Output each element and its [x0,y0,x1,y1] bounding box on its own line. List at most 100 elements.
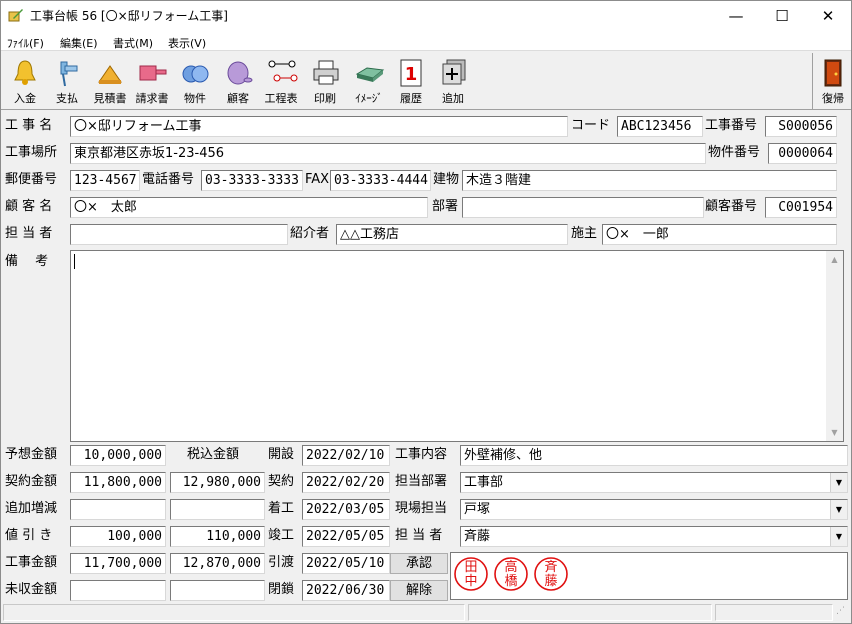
menu-format[interactable]: 書式(M) [113,35,153,51]
add-icon [442,59,466,85]
dept-field[interactable] [462,197,704,218]
toolbar-restore[interactable]: 復帰 [816,56,850,108]
menu-file[interactable]: ﾌｧｲﾙ(F) [7,35,44,51]
stamp-char: 藤 [544,574,557,589]
total-field[interactable]: 11,700,000 [70,553,166,574]
project-no-field[interactable]: S000056 [765,116,837,137]
dept-select[interactable]: 工事部 ▼ [460,472,848,493]
open-date-label: 開設 [268,447,295,462]
approve-button[interactable]: 承認 [390,553,448,574]
code-field[interactable]: ABC123456 [617,116,703,137]
close-button[interactable]: ✕ [805,1,851,31]
building-field[interactable]: 木造３階建 [462,170,837,191]
phone-field[interactable]: 03-3333-3333 [201,170,303,191]
unpaid-tax-field[interactable] [170,580,265,601]
chevron-down-icon[interactable]: ▼ [830,500,847,519]
minimize-button[interactable]: — [713,1,759,31]
estimate-icon [98,65,122,84]
unpaid-field[interactable] [70,580,166,601]
stamp-char: 斉 [544,559,557,575]
invoice-icon [139,65,167,81]
toolbar-label: 追加 [442,92,464,105]
adjust-field[interactable] [70,499,166,520]
chevron-down-icon[interactable]: ▼ [830,473,847,492]
project-name-label: 工 事 名 [5,118,53,133]
dept-select-label: 担当部署 [395,474,448,489]
menu-edit[interactable]: 編集(E) [60,35,98,51]
site-staff-select-value: 戸塚 [464,502,491,517]
contract-amount-field[interactable]: 11,800,000 [70,472,166,493]
cancel-approval-button[interactable]: 解除 [390,580,448,601]
site-field[interactable]: 東京都港区赤坂1-23-456 [70,143,706,164]
stamp-char: 中 [464,574,477,589]
owner-field[interactable]: 〇× 一郎 [602,224,837,245]
status-cell [468,604,712,621]
stamp-char: 田 [464,560,477,575]
complete-date-label: 竣工 [268,528,295,543]
toolbar-add[interactable]: 追加 [433,56,473,108]
fax-field[interactable]: 03-3333-4444 [330,170,431,191]
bell-icon [14,60,36,85]
scroll-up-arrow-icon[interactable]: ▲ [826,251,843,268]
contract-amount-label: 契約金額 [5,474,58,489]
work-field[interactable]: 外壁補修、他 [460,445,848,466]
scroll-down-arrow-icon[interactable]: ▼ [826,424,843,441]
calendar-icon: 1 [400,59,422,87]
menu-view[interactable]: 表示(V) [168,35,206,51]
total-tax-field[interactable]: 12,870,000 [170,553,265,574]
chevron-down-icon[interactable]: ▼ [830,527,847,546]
memo-scrollbar[interactable]: ▲ ▼ [826,251,843,441]
discount-tax-field[interactable]: 110,000 [170,526,265,547]
memo-label: 備 考 [5,254,49,269]
maximize-button[interactable]: ☐ [759,1,805,31]
toolbar-payment-in[interactable]: 入金 [5,56,45,108]
property-no-label: 物件番号 [708,145,761,160]
contract-date-field[interactable]: 2022/02/20 [302,472,390,493]
start-date-field[interactable]: 2022/03/05 [302,499,390,520]
close-date-field[interactable]: 2022/06/30 [302,580,390,601]
faucet-icon [60,61,78,87]
complete-date-field[interactable]: 2022/05/05 [302,526,390,547]
image-icon [355,67,385,82]
toolbar-invoice[interactable]: 請求書 [132,56,172,108]
phone-label: 電話番号 [142,172,195,187]
resize-grip-icon[interactable]: ⋰ [836,606,848,620]
fax-label: FAX [305,172,330,187]
start-date-label: 着工 [268,501,295,516]
toolbar-label: 復帰 [822,92,844,105]
handover-date-field[interactable]: 2022/05/10 [302,553,390,574]
detail-staff-select[interactable]: 斉藤 ▼ [460,526,848,547]
stamp-saito: 斉 藤 [534,557,568,591]
customer-field[interactable]: 〇× 太郎 [70,197,428,218]
estimate-field[interactable]: 10,000,000 [70,445,166,466]
adjust-tax-field[interactable] [170,499,265,520]
toolbar-schedule[interactable]: 工程表 [261,56,301,108]
toolbar-estimate[interactable]: 見積書 [90,56,130,108]
toolbar-customer[interactable]: 顧客 [218,56,258,108]
toolbar-property[interactable]: 物件 [175,56,215,108]
customer-no-field[interactable]: C001954 [765,197,837,218]
toolbar-image[interactable]: ｲﾒｰｼﾞ [349,56,389,108]
detail-staff-label: 担 当 者 [395,528,443,543]
memo-textarea[interactable]: ▲ ▼ [70,250,844,442]
zip-field[interactable]: 123-4567 [70,170,140,191]
contract-tax-field[interactable]: 12,980,000 [170,472,265,493]
unpaid-label: 未収金額 [5,582,58,597]
tax-in-label: 税込金額 [187,447,240,462]
door-icon [824,59,842,87]
open-date-field[interactable]: 2022/02/10 [302,445,390,466]
discount-field[interactable]: 100,000 [70,526,166,547]
introducer-field[interactable]: △△工務店 [336,224,568,245]
toolbar-payment-out[interactable]: 支払 [47,56,87,108]
stamp-char: 高 [504,559,517,575]
site-label: 工事場所 [5,145,58,160]
property-no-field[interactable]: 0000064 [768,143,837,164]
approval-stamps: 田 中 高 橋 斉 藤 [454,557,568,591]
staff-field[interactable] [70,224,288,245]
work-label: 工事内容 [395,447,448,462]
handover-date-label: 引渡 [268,555,295,570]
project-name-field[interactable]: 〇×邸リフォーム工事 [70,116,568,137]
site-staff-select[interactable]: 戸塚 ▼ [460,499,848,520]
toolbar-history[interactable]: 1 履歴 [391,56,431,108]
toolbar-print[interactable]: 印刷 [305,56,345,108]
